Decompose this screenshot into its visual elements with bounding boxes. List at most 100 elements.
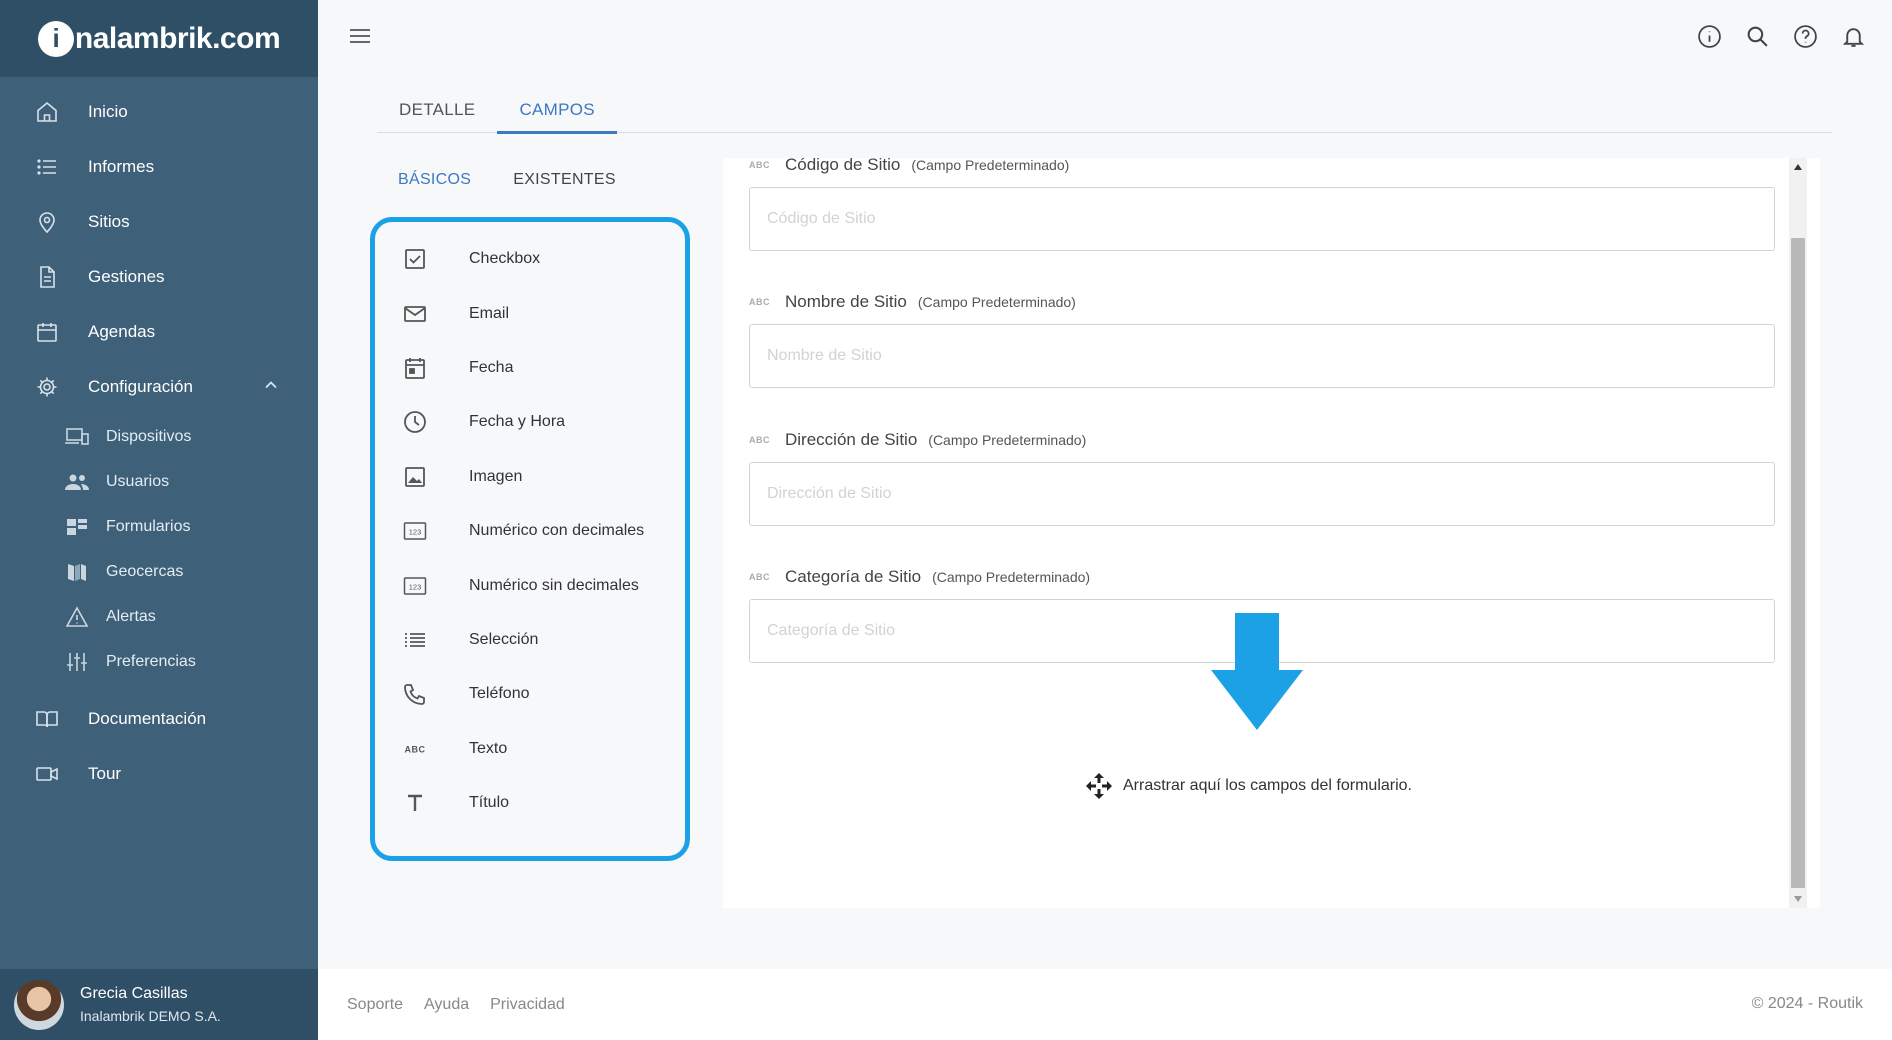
palette-item-titulo[interactable]: Título xyxy=(375,776,685,830)
help-icon[interactable] xyxy=(1793,24,1818,49)
search-icon[interactable] xyxy=(1745,24,1770,49)
sidebar-item-informes[interactable]: Informes xyxy=(0,139,318,194)
brand-logo[interactable]: i nalambrik.com xyxy=(37,20,281,57)
sidebar-item-sitios[interactable]: Sitios xyxy=(0,194,318,249)
palette-item-numerico-decimales[interactable]: 123 Numérico con decimales xyxy=(375,504,685,558)
palette-item-checkbox[interactable]: Checkbox xyxy=(375,232,685,286)
avatar xyxy=(14,979,64,1030)
palette-item-imagen[interactable]: Imagen xyxy=(375,450,685,504)
footer-link-privacidad[interactable]: Privacidad xyxy=(490,996,565,1014)
palette-item-email[interactable]: Email xyxy=(375,286,685,340)
forms-icon xyxy=(64,515,90,539)
codigo-sitio-input[interactable] xyxy=(749,187,1775,251)
form-field-codigo-sitio[interactable]: ABC Código de Sitio (Campo Predeterminad… xyxy=(749,158,1775,251)
form-field-direccion-sitio[interactable]: ABC Dirección de Sitio (Campo Predetermi… xyxy=(749,429,1775,526)
drop-zone[interactable]: Arrastrar aquí los campos del formulario… xyxy=(1085,772,1412,800)
sidebar-subitem-label: Usuarios xyxy=(106,472,170,490)
chevron-up-icon[interactable] xyxy=(264,377,278,397)
bell-icon[interactable] xyxy=(1841,24,1866,49)
sidebar-subitem-label: Alertas xyxy=(106,607,156,625)
field-label: Dirección de Sitio xyxy=(785,430,918,449)
svg-text:123: 123 xyxy=(409,528,422,537)
user-profile[interactable]: Grecia Casillas Inalambrik DEMO S.A. xyxy=(0,969,318,1040)
sidebar-item-label: Tour xyxy=(88,763,122,783)
info-icon[interactable] xyxy=(1697,24,1722,49)
text-abc-icon: ABC xyxy=(749,297,770,307)
sidebar-item-inicio[interactable]: Inicio xyxy=(0,84,318,139)
footer-link-soporte[interactable]: Soporte xyxy=(347,996,403,1014)
field-label: Código de Sitio xyxy=(785,158,901,174)
hamburger-menu-icon[interactable] xyxy=(348,25,372,47)
image-icon xyxy=(402,464,428,490)
sidebar-subitem-label: Preferencias xyxy=(106,652,196,670)
sidebar-item-preferencias[interactable]: Preferencias xyxy=(0,639,318,684)
warning-icon xyxy=(64,605,90,629)
phone-icon xyxy=(402,681,428,707)
scroll-up-arrow-icon[interactable] xyxy=(1794,164,1802,170)
palette-item-seleccion[interactable]: Selección xyxy=(375,613,685,667)
text-abc-icon: ABC xyxy=(749,160,770,170)
sidebar-item-tour[interactable]: Tour xyxy=(0,746,318,801)
palette-item-label: Teléfono xyxy=(469,685,530,703)
palette-item-texto[interactable]: ABC Texto xyxy=(375,722,685,776)
user-info: Grecia Casillas Inalambrik DEMO S.A. xyxy=(80,985,221,1024)
palette-item-numerico-sin-decimales[interactable]: 123 Numérico sin decimales xyxy=(375,558,685,612)
field-label: Nombre de Sitio xyxy=(785,292,907,311)
footer-link-ayuda[interactable]: Ayuda xyxy=(424,996,469,1014)
tab-existentes[interactable]: EXISTENTES xyxy=(492,171,637,211)
text-abc-icon: ABC xyxy=(402,736,428,762)
scroll-down-arrow-icon[interactable] xyxy=(1794,896,1802,902)
sliders-icon xyxy=(64,650,90,674)
nombre-sitio-input[interactable] xyxy=(749,324,1775,388)
field-label: Categoría de Sitio xyxy=(785,567,922,586)
video-icon xyxy=(34,761,60,787)
direccion-sitio-input[interactable] xyxy=(749,462,1775,526)
checkbox-icon xyxy=(402,246,428,272)
sidebar-item-agendas[interactable]: Agendas xyxy=(0,304,318,359)
palette-item-label: Checkbox xyxy=(469,250,541,268)
form-scrollbar[interactable] xyxy=(1789,158,1807,908)
tab-detalle[interactable]: DETALLE xyxy=(377,86,497,133)
calendar-icon xyxy=(34,319,60,345)
map-icon xyxy=(64,560,90,584)
svg-text:ABC: ABC xyxy=(405,744,426,754)
email-icon xyxy=(402,301,428,327)
sidebar-item-documentacion[interactable]: Documentación xyxy=(0,691,318,746)
tab-basicos[interactable]: BÁSICOS xyxy=(377,171,492,211)
sidebar-item-label: Sitios xyxy=(88,211,130,231)
logo-text: nalambrik.com xyxy=(74,21,281,55)
form-field-nombre-sitio[interactable]: ABC Nombre de Sitio (Campo Predeterminad… xyxy=(749,291,1775,388)
users-icon xyxy=(64,470,90,494)
palette-item-fecha-hora[interactable]: Fecha y Hora xyxy=(375,395,685,449)
sidebar-nav: Inicio Informes Sitios Gestiones Agendas xyxy=(0,77,318,414)
sidebar-item-label: Documentación xyxy=(88,708,207,728)
top-bar xyxy=(318,0,1892,72)
palette-item-fecha[interactable]: Fecha xyxy=(375,341,685,395)
sidebar-item-formularios[interactable]: Formularios xyxy=(0,504,318,549)
sidebar-item-gestiones[interactable]: Gestiones xyxy=(0,249,318,304)
clock-icon xyxy=(402,409,428,435)
move-icon xyxy=(1085,772,1113,800)
sidebar-subitem-label: Formularios xyxy=(106,517,191,535)
palette-item-telefono[interactable]: Teléfono xyxy=(375,667,685,721)
drop-indicator-arrow-icon xyxy=(1211,613,1303,735)
palette-item-label: Email xyxy=(469,304,510,322)
palette-item-label: Numérico sin decimales xyxy=(469,576,639,594)
sidebar-item-alertas[interactable]: Alertas xyxy=(0,594,318,639)
devices-icon xyxy=(64,425,90,449)
tab-campos[interactable]: CAMPOS xyxy=(497,86,618,134)
footer: Soporte Ayuda Privacidad © 2024 - Routik xyxy=(318,969,1892,1040)
form-builder-panel: ABC Código de Sitio (Campo Predeterminad… xyxy=(723,158,1820,908)
palette-item-label: Título xyxy=(469,794,510,812)
scroll-thumb[interactable] xyxy=(1791,238,1805,888)
field-type-palette: Checkbox Email Fecha Fecha y Hora Imagen… xyxy=(370,217,690,861)
sidebar-item-usuarios[interactable]: Usuarios xyxy=(0,459,318,504)
sidebar-item-geocercas[interactable]: Geocercas xyxy=(0,549,318,594)
user-org: Inalambrik DEMO S.A. xyxy=(80,1008,221,1024)
field-header: ABC Nombre de Sitio (Campo Predeterminad… xyxy=(749,291,1775,313)
user-name: Grecia Casillas xyxy=(80,985,188,1002)
sidebar-item-configuracion[interactable]: Configuración xyxy=(0,359,318,414)
sidebar-submenu: Dispositivos Usuarios Formularios Geocer… xyxy=(0,414,318,684)
palette-item-label: Texto xyxy=(469,739,508,757)
sidebar-item-dispositivos[interactable]: Dispositivos xyxy=(0,414,318,459)
